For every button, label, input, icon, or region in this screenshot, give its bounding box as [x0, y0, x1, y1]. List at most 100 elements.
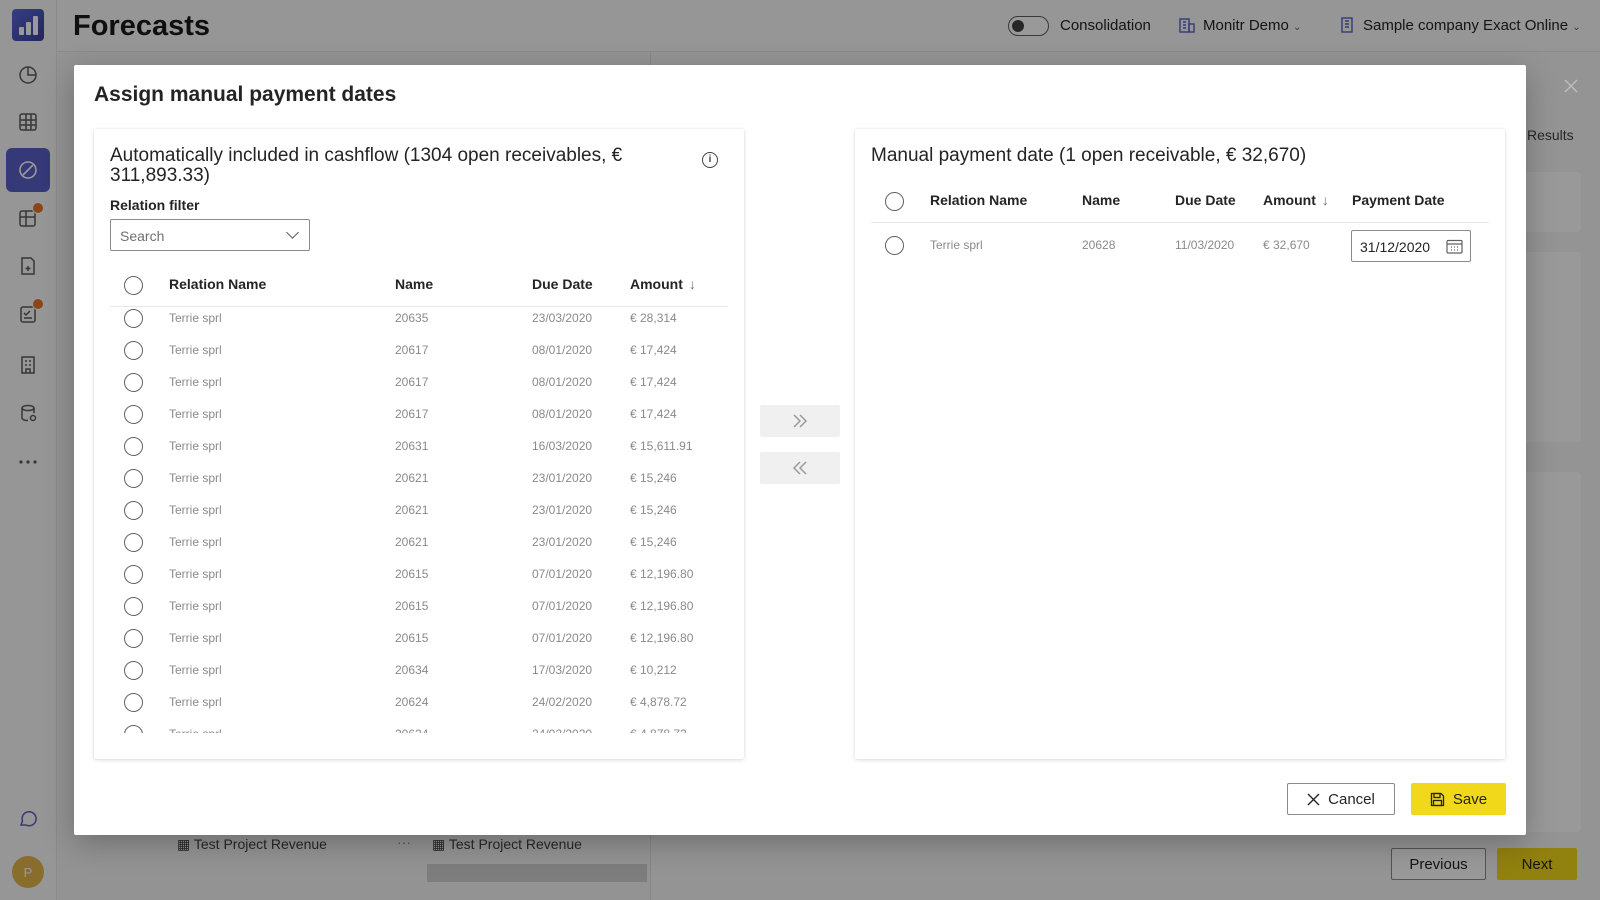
relation-name-cell: Terrie sprl: [169, 471, 222, 485]
table-row[interactable]: Terrie sprl 20635 23/03/2020 € 28,314: [110, 309, 728, 341]
row-radio[interactable]: [124, 693, 143, 712]
move-right-button[interactable]: [760, 405, 840, 437]
row-radio[interactable]: [124, 725, 143, 733]
due-date-cell: 23/01/2020: [532, 535, 593, 549]
column-header-due-date[interactable]: Due Date: [1175, 192, 1236, 208]
name-cell: 20617: [395, 375, 429, 389]
info-icon[interactable]: i: [702, 152, 718, 168]
table-row[interactable]: Terrie sprl 20617 08/01/2020 € 17,424: [110, 405, 728, 437]
name-cell: 20621: [395, 503, 429, 517]
close-icon: [1307, 793, 1320, 805]
amount-cell: € 15,246: [630, 535, 677, 549]
payment-date-picker[interactable]: 31/12/2020: [1351, 230, 1471, 262]
row-radio[interactable]: [124, 533, 143, 552]
column-header-relation-name[interactable]: Relation Name: [169, 276, 266, 292]
name-cell: 20615: [395, 599, 429, 613]
right-table-header: Relation Name Name Due Date Amount ↓ Paym…: [871, 179, 1489, 223]
column-header-relation-name[interactable]: Relation Name: [930, 192, 1027, 208]
amount-cell: € 4,878.72: [630, 695, 687, 709]
relation-filter-dropdown[interactable]: Search: [110, 219, 310, 251]
table-row[interactable]: Terrie sprl 20621 23/01/2020 € 15,246: [110, 501, 728, 533]
assign-payment-dates-dialog: Assign manual payment dates Automaticall…: [74, 65, 1526, 835]
left-table-header: Relation Name Name Due Date Amount ↓: [110, 263, 728, 307]
row-radio[interactable]: [885, 236, 904, 255]
table-row[interactable]: Terrie sprl 20621 23/01/2020 € 15,246: [110, 533, 728, 565]
sort-descending-icon: ↓: [688, 276, 696, 292]
column-header-name[interactable]: Name: [1082, 192, 1120, 208]
table-row[interactable]: Terrie sprl 20634 17/03/2020 € 10,212: [110, 661, 728, 693]
row-radio[interactable]: [124, 501, 143, 520]
column-header-due-date[interactable]: Due Date: [532, 276, 593, 292]
row-radio[interactable]: [124, 341, 143, 360]
column-header-amount[interactable]: Amount ↓: [1263, 192, 1329, 208]
name-cell: 20615: [395, 567, 429, 581]
select-all-radio[interactable]: [124, 276, 143, 295]
column-header-payment-date[interactable]: Payment Date: [1352, 192, 1445, 208]
relation-filter-label: Relation filter: [110, 197, 200, 213]
move-left-button[interactable]: [760, 452, 840, 484]
row-radio[interactable]: [124, 565, 143, 584]
table-row[interactable]: Terrie sprl 20624 24/02/2020 € 4,878.72: [110, 725, 728, 733]
name-cell: 20624: [395, 695, 429, 709]
amount-cell: € 12,196.80: [630, 567, 694, 581]
sort-descending-icon: ↓: [1321, 192, 1329, 208]
save-label: Save: [1452, 790, 1488, 808]
cancel-button[interactable]: Cancel: [1287, 783, 1395, 815]
relation-name-cell: Terrie sprl: [169, 727, 222, 733]
dialog-title: Assign manual payment dates: [94, 83, 397, 106]
relation-name-cell: Terrie sprl: [169, 567, 222, 581]
name-cell: 20615: [395, 631, 429, 645]
chevron-down-icon: [286, 226, 299, 239]
relation-name-cell: Terrie sprl: [169, 599, 222, 613]
column-header-amount-label: Amount: [630, 276, 683, 292]
column-header-amount[interactable]: Amount ↓: [630, 276, 696, 292]
table-row[interactable]: Terrie sprl 20624 24/02/2020 € 4,878.72: [110, 693, 728, 725]
row-radio[interactable]: [124, 661, 143, 680]
table-row[interactable]: Terrie sprl 20615 07/01/2020 € 12,196.80: [110, 565, 728, 597]
amount-cell: € 15,611.91: [630, 439, 693, 453]
due-date-cell: 07/01/2020: [532, 567, 593, 581]
name-cell: 20621: [395, 535, 429, 549]
due-date-cell: 23/03/2020: [532, 311, 593, 325]
table-row[interactable]: Terrie sprl 20617 08/01/2020 € 17,424: [110, 373, 728, 405]
manual-payment-title: Manual payment date (1 open receivable, …: [871, 145, 1307, 166]
close-icon[interactable]: [1563, 78, 1579, 94]
relation-name-cell: Terrie sprl: [169, 311, 222, 325]
row-radio[interactable]: [124, 469, 143, 488]
row-radio[interactable]: [124, 405, 143, 424]
due-date-cell: 11/03/2020: [1175, 238, 1235, 252]
table-row[interactable]: Terrie sprl 20615 07/01/2020 € 12,196.80: [110, 629, 728, 661]
row-radio[interactable]: [124, 309, 143, 328]
name-cell: 20635: [395, 311, 429, 325]
column-header-name[interactable]: Name: [395, 276, 433, 292]
name-cell: 20617: [395, 343, 429, 357]
row-radio[interactable]: [124, 373, 143, 392]
double-chevron-right-icon: [793, 414, 808, 428]
relation-name-cell: Terrie sprl: [169, 407, 222, 421]
relation-name-cell: Terrie sprl: [169, 503, 222, 517]
due-date-cell: 24/02/2020: [532, 727, 592, 733]
amount-cell: € 10,212: [630, 663, 677, 677]
row-radio[interactable]: [124, 597, 143, 616]
amount-cell: € 4,878.72: [630, 727, 687, 733]
table-row[interactable]: Terrie sprl 20615 07/01/2020 € 12,196.80: [110, 597, 728, 629]
auto-included-panel: Automatically included in cashflow (1304…: [94, 129, 744, 759]
row-radio[interactable]: [124, 629, 143, 648]
left-table-body: Terrie sprl 20635 23/03/2020 € 28,314 Terrie…: [110, 309, 728, 733]
relation-name-cell: Terrie sprl: [169, 535, 222, 549]
relation-name-cell: Terrie sprl: [930, 238, 983, 252]
amount-cell: € 32,670: [1263, 238, 1310, 252]
save-button[interactable]: Save: [1411, 783, 1506, 815]
due-date-cell: 08/01/2020: [532, 343, 593, 357]
amount-cell: € 15,246: [630, 503, 677, 517]
select-all-radio[interactable]: [885, 192, 904, 211]
table-row[interactable]: Terrie sprl 20617 08/01/2020 € 17,424: [110, 341, 728, 373]
due-date-cell: 24/02/2020: [532, 695, 593, 709]
table-row[interactable]: Terrie sprl 20631 16/03/2020 € 15,611.91: [110, 437, 728, 469]
due-date-cell: 08/01/2020: [532, 375, 593, 389]
amount-cell: € 12,196.80: [630, 599, 694, 613]
column-header-amount-label: Amount: [1263, 192, 1316, 208]
calendar-icon[interactable]: [1446, 239, 1463, 254]
row-radio[interactable]: [124, 437, 143, 456]
table-row[interactable]: Terrie sprl 20621 23/01/2020 € 15,246: [110, 469, 728, 501]
